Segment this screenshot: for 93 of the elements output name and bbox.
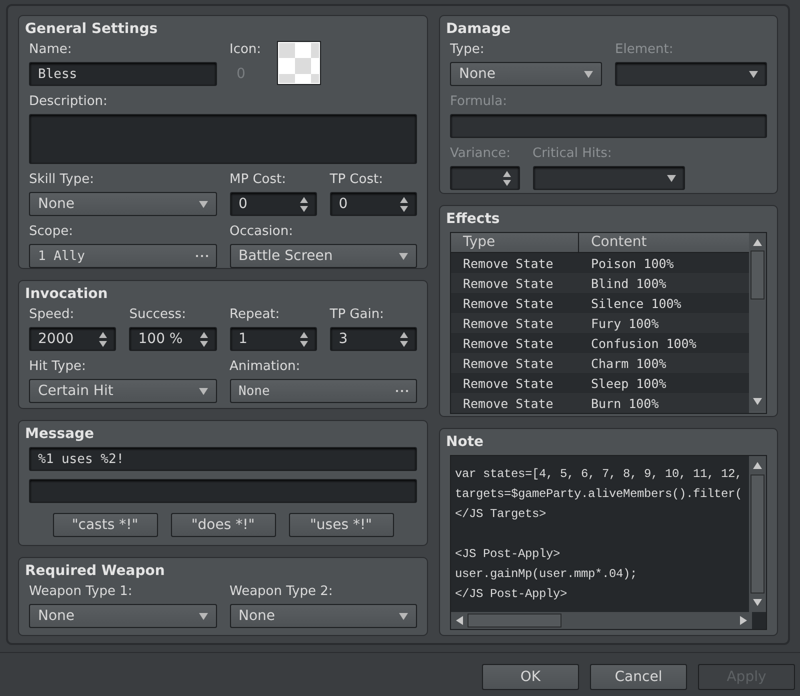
table-cell-text: Remove State — [462, 256, 554, 270]
icon-preview[interactable] — [277, 41, 322, 85]
table-cell-text: Remove State — [462, 316, 554, 330]
field-label: Success: — [129, 307, 187, 323]
panel-title: General Settings — [25, 20, 158, 38]
template-button[interactable]: "uses *!" — [288, 513, 394, 537]
code-line: user.gainMp(user.mmp*.04); — [455, 566, 638, 583]
spin-arrows-icon[interactable] — [99, 330, 108, 348]
code-line: targets=$gameParty.aliveMembers().filter( — [455, 486, 742, 503]
field-label: Repeat: — [230, 307, 281, 323]
field-label: Description: — [29, 94, 108, 110]
column-header[interactable]: Type — [451, 233, 579, 252]
field-label: Animation: — [230, 359, 302, 375]
spin-field[interactable]: 3 — [330, 327, 417, 351]
field-label: MP Cost: — [230, 172, 287, 188]
caret-icon — [666, 174, 676, 182]
spin-field[interactable]: 100 % — [129, 327, 216, 351]
code-line: <JS Post-Apply> — [455, 546, 560, 563]
table-cell-text: Fury 100% — [590, 316, 659, 330]
ellipsis-icon — [396, 390, 408, 392]
spin-arrows-icon[interactable] — [400, 330, 408, 348]
ellipsis-icon — [196, 254, 208, 258]
panel-title: Required Weapon — [25, 562, 165, 580]
table-cell-text: Silence 100% — [590, 296, 682, 310]
caret-icon — [749, 70, 758, 78]
field-label: Skill Type: — [29, 172, 95, 188]
field-label: Weapon Type 2: — [230, 584, 334, 600]
panel-title: Message — [25, 425, 94, 443]
spin-field[interactable]: 0 — [230, 192, 317, 216]
panel-title: Effects — [446, 210, 500, 228]
panel-title: Damage — [446, 20, 511, 38]
template-button[interactable]: "does *!" — [170, 513, 276, 537]
table-cell-text: Blind 100% — [590, 276, 666, 290]
field-label: Critical Hits: — [532, 146, 613, 162]
table-cell-text: Burn 100% — [590, 396, 659, 410]
table-cell-text: Remove State — [462, 356, 554, 370]
field-label: Type: — [450, 42, 486, 58]
dropdown[interactable]: None — [29, 192, 216, 216]
field-label: Scope: — [29, 224, 74, 240]
field-label: Element: — [615, 42, 674, 58]
picker-field[interactable]: 1 Ally — [29, 244, 216, 268]
field-label: Formula: — [450, 94, 508, 110]
spin-arrows-icon[interactable] — [400, 196, 408, 212]
field-label: Weapon Type 1: — [29, 584, 134, 600]
field-label: TP Cost: — [330, 172, 384, 188]
caret-icon — [198, 200, 208, 208]
table-cell-text: Remove State — [462, 296, 554, 310]
spin-arrows-icon[interactable] — [300, 196, 308, 212]
dialog-button[interactable]: OK — [482, 664, 579, 690]
table-cell-text: Charm 100% — [590, 356, 666, 370]
caret-icon — [198, 388, 208, 394]
horizontal-scrollbar[interactable] — [451, 612, 752, 629]
field-label: Speed: — [29, 307, 76, 323]
table-cell-text: Remove State — [462, 376, 554, 390]
dropdown[interactable]: Battle Screen — [230, 244, 417, 268]
caret-icon — [399, 612, 408, 620]
picker-field[interactable]: None — [230, 379, 417, 403]
spin-field[interactable]: 1 — [230, 327, 317, 351]
spin-field[interactable]: 0 — [330, 192, 417, 216]
text-field[interactable]: %1 uses %2! — [29, 447, 417, 471]
table-cell-text: Poison 100% — [590, 256, 674, 270]
table-cell-text: Confusion 100% — [590, 336, 696, 350]
panel-title: Invocation — [25, 285, 108, 303]
dialog-button[interactable]: Cancel — [590, 664, 687, 690]
panel-title: Note — [446, 433, 484, 451]
caret-icon — [584, 70, 593, 78]
table-cell-text: Sleep 100% — [590, 376, 666, 390]
spin-arrows-icon[interactable] — [200, 330, 208, 348]
field-label: Variance: — [450, 146, 512, 162]
caret-icon — [198, 612, 208, 620]
template-button[interactable]: "casts *!" — [52, 513, 158, 537]
spin-field[interactable]: 2000 — [29, 327, 116, 351]
dropdown[interactable]: None — [230, 604, 417, 628]
field-label: Occasion: — [230, 224, 294, 240]
code-line: </JS Targets> — [455, 506, 546, 523]
spin-arrows-icon[interactable] — [300, 330, 308, 348]
field-label: Name: — [29, 42, 73, 58]
table-cell-text: Remove State — [462, 396, 554, 410]
code-line: </JS Post-Apply> — [455, 586, 568, 603]
dropdown[interactable]: None — [29, 604, 216, 628]
dropdown[interactable]: None — [450, 62, 602, 86]
column-header[interactable]: Content — [579, 233, 647, 252]
caret-icon — [399, 252, 408, 260]
table-cell-text: Remove State — [462, 336, 554, 350]
table-cell-text: Remove State — [462, 276, 554, 290]
vertical-scrollbar[interactable] — [749, 456, 766, 612]
dropdown[interactable]: Certain Hit — [29, 379, 216, 403]
field-label: TP Gain: — [330, 307, 385, 323]
code-line: var states=[4, 5, 6, 7, 8, 9, 10, 11, 12, — [455, 466, 742, 483]
text-field[interactable] — [29, 479, 417, 503]
field-label: Icon: — [230, 42, 262, 58]
text-field[interactable]: Bless — [29, 62, 216, 86]
field-label: Hit Type: — [29, 359, 87, 375]
